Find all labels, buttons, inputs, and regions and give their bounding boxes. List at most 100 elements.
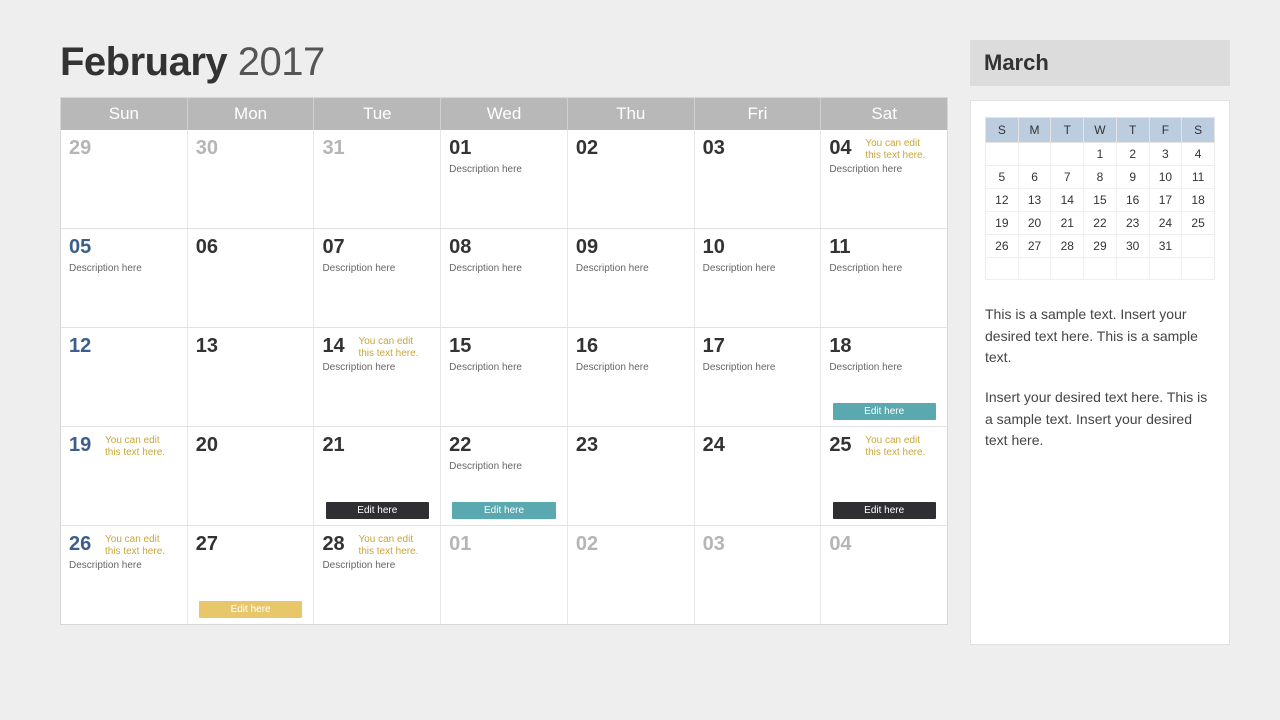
event-tag[interactable]: Edit here [199, 601, 302, 618]
day-description[interactable]: Description here [322, 560, 432, 571]
calendar-day[interactable]: 01Description here [441, 130, 568, 228]
calendar-day[interactable]: 04 [821, 526, 947, 624]
calendar-day[interactable]: 08Description here [441, 229, 568, 327]
mini-day: 31 [1149, 235, 1182, 258]
day-description[interactable]: Description here [703, 263, 813, 274]
day-description[interactable]: Description here [576, 362, 686, 373]
event-tag[interactable]: Edit here [452, 502, 555, 519]
day-number: 21 [322, 435, 432, 455]
calendar-day[interactable]: 15Description here [441, 328, 568, 426]
event-tag[interactable]: Edit here [326, 502, 429, 519]
day-number: 03 [703, 534, 813, 554]
calendar-day[interactable]: 14You can edit this text here.Descriptio… [314, 328, 441, 426]
calendar-day[interactable]: 23 [568, 427, 695, 525]
calendar-day[interactable]: 01 [441, 526, 568, 624]
calendar-day[interactable]: 26You can edit this text here.Descriptio… [61, 526, 188, 624]
day-number: 23 [576, 435, 686, 455]
mini-day: 16 [1116, 189, 1149, 212]
mini-day [986, 258, 1019, 280]
day-note[interactable]: You can edit this text here. [105, 534, 173, 557]
day-note[interactable]: You can edit this text here. [358, 534, 426, 557]
calendar-day[interactable]: 24 [695, 427, 822, 525]
calendar-day[interactable]: 17 Description here [695, 328, 822, 426]
day-note[interactable]: You can edit this text here. [358, 336, 426, 359]
calendar-day[interactable]: 27Edit here [188, 526, 315, 624]
mini-day: 30 [1116, 235, 1149, 258]
day-description[interactable]: Description here [829, 362, 939, 373]
mini-weekday: T [1116, 118, 1149, 143]
day-number: 11 [829, 237, 939, 257]
weekday-label: Thu [568, 98, 695, 130]
day-number: 31 [322, 138, 432, 158]
day-description[interactable]: Description here [322, 362, 432, 373]
day-description[interactable]: Description here [576, 263, 686, 274]
day-description[interactable]: Description here [449, 164, 559, 175]
mini-day [1149, 258, 1182, 280]
day-number: 04 [829, 534, 939, 554]
mini-day: 17 [1149, 189, 1182, 212]
calendar-day[interactable]: 20 [188, 427, 315, 525]
calendar-day[interactable]: 13 [188, 328, 315, 426]
event-tag[interactable]: Edit here [833, 502, 936, 519]
mini-day: 20 [1018, 212, 1051, 235]
mini-calendar: SMTWTFS 12345678910111213141516171819202… [985, 117, 1215, 280]
mini-day: 14 [1051, 189, 1084, 212]
calendar-day[interactable]: 28You can edit this text here.Descriptio… [314, 526, 441, 624]
day-description[interactable]: Description here [829, 263, 939, 274]
weekday-label: Sun [61, 98, 188, 130]
day-number: 16 [576, 336, 686, 356]
calendar-day[interactable]: 30 [188, 130, 315, 228]
day-number: 06 [196, 237, 306, 257]
day-description[interactable]: Description here [69, 263, 179, 274]
mini-day: 2 [1116, 143, 1149, 166]
day-number: 05 [69, 237, 179, 257]
calendar-day[interactable]: 11 Description here [821, 229, 947, 327]
title-year: 2017 [238, 40, 325, 84]
calendar-day[interactable]: 04You can edit this text here.Descriptio… [821, 130, 947, 228]
calendar-day[interactable]: 05 Description here [61, 229, 188, 327]
day-note[interactable]: You can edit this text here. [865, 138, 933, 161]
calendar-day[interactable]: 12 [61, 328, 188, 426]
calendar-day[interactable]: 31 [314, 130, 441, 228]
calendar-day[interactable]: 10Description here [695, 229, 822, 327]
day-note[interactable]: You can edit this text here. [105, 435, 173, 458]
calendar-day[interactable]: 09Description here [568, 229, 695, 327]
calendar-day[interactable]: 03 [695, 526, 822, 624]
mini-weekday: T [1051, 118, 1084, 143]
day-number: 17 [703, 336, 813, 356]
mini-day: 21 [1051, 212, 1084, 235]
calendar-day[interactable]: 19You can edit this text here. [61, 427, 188, 525]
side-text[interactable]: This is a sample text. Insert your desir… [985, 304, 1215, 452]
day-description[interactable]: Description here [449, 362, 559, 373]
day-description[interactable]: Description here [449, 263, 559, 274]
calendar-day[interactable]: 18Description hereEdit here [821, 328, 947, 426]
calendar-day[interactable]: 02 [568, 130, 695, 228]
mini-day: 1 [1084, 143, 1117, 166]
calendar-day[interactable]: 03 [695, 130, 822, 228]
calendar-day[interactable]: 16 Description here [568, 328, 695, 426]
mini-day [1116, 258, 1149, 280]
day-number: 30 [196, 138, 306, 158]
mini-day: 23 [1116, 212, 1149, 235]
event-tag[interactable]: Edit here [833, 403, 936, 420]
calendar-day[interactable]: 29 [61, 130, 188, 228]
calendar-day[interactable]: 02 [568, 526, 695, 624]
mini-day: 13 [1018, 189, 1051, 212]
calendar-day[interactable]: 25You can edit this text here.Edit here [821, 427, 947, 525]
mini-day: 28 [1051, 235, 1084, 258]
day-description[interactable]: Description here [322, 263, 432, 274]
calendar-day[interactable]: 21 Edit here [314, 427, 441, 525]
day-description[interactable]: Description here [69, 560, 179, 571]
day-description[interactable]: Description here [703, 362, 813, 373]
day-note[interactable]: You can edit this text here. [865, 435, 933, 458]
mini-day [1051, 143, 1084, 166]
calendar-day[interactable]: 07Description here [314, 229, 441, 327]
mini-day [1051, 258, 1084, 280]
day-description[interactable]: Description here [449, 461, 559, 472]
calendar-day[interactable]: 06 [188, 229, 315, 327]
calendar-day[interactable]: 22Description hereEdit here [441, 427, 568, 525]
weekday-label: Tue [314, 98, 441, 130]
day-number: 20 [196, 435, 306, 455]
main-calendar: SunMonTueWedThuFriSat 29303101Descriptio… [60, 97, 948, 625]
day-description[interactable]: Description here [829, 164, 939, 175]
